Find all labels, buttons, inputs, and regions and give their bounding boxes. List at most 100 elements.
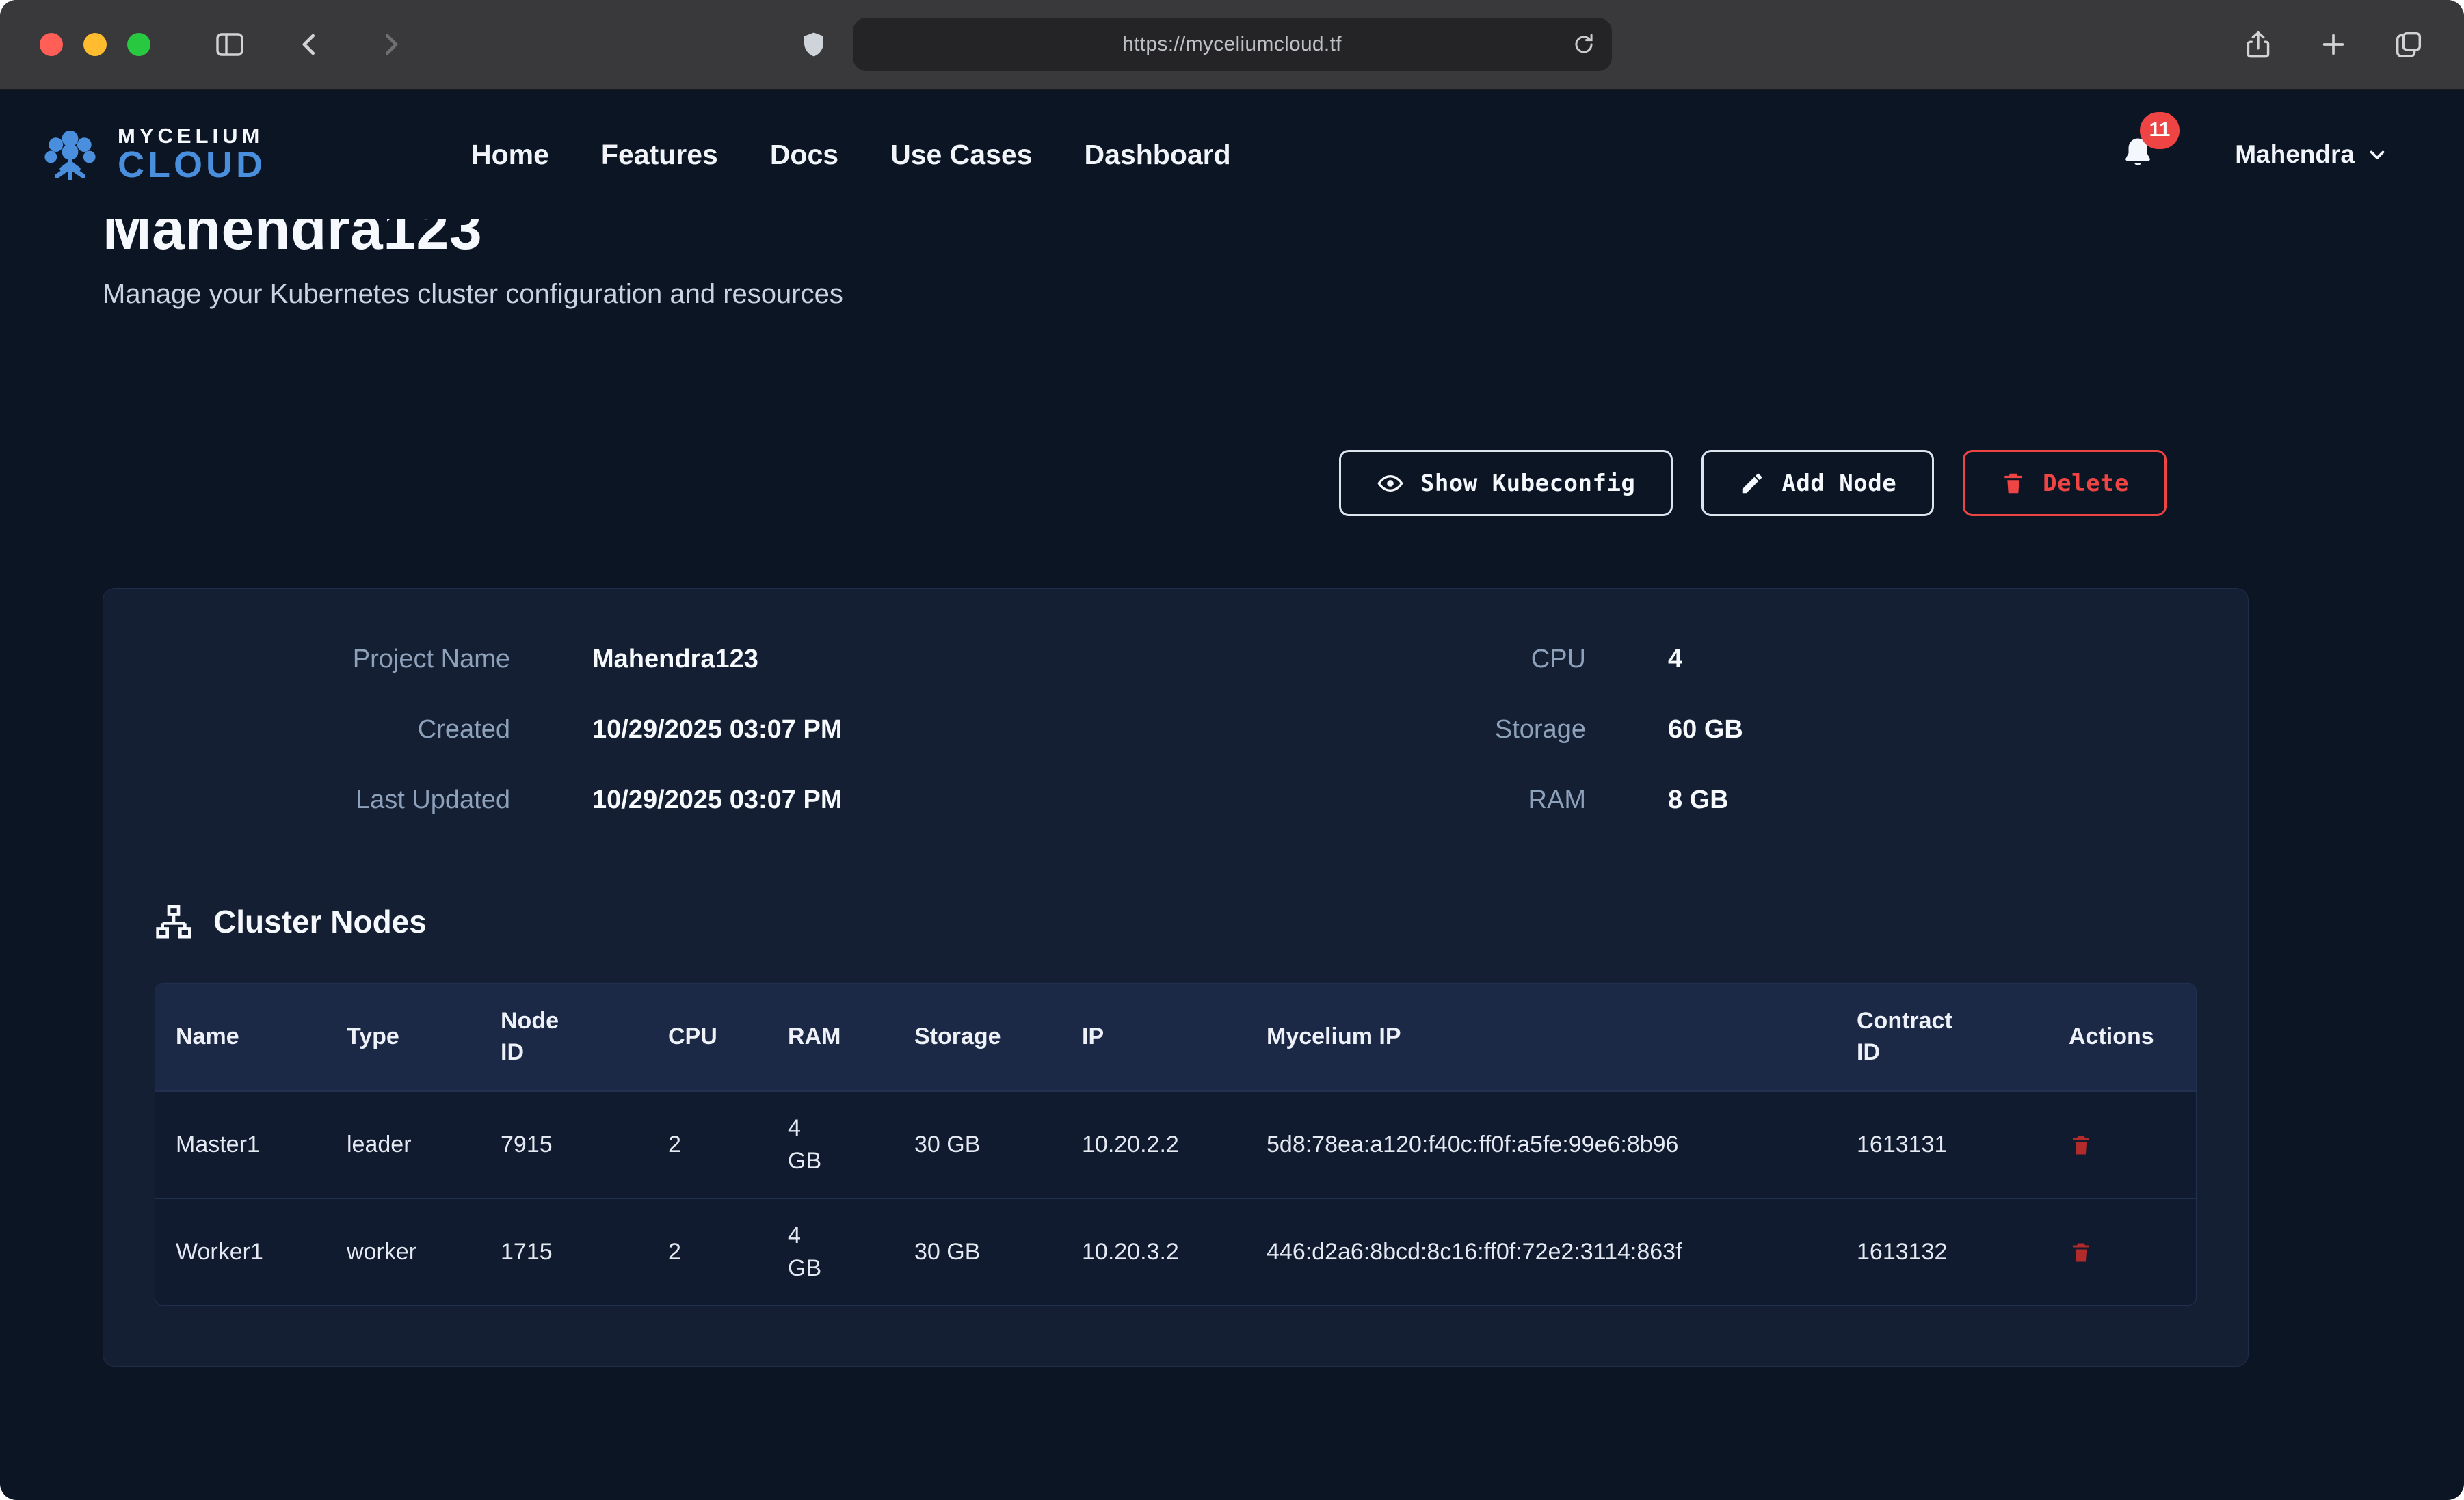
detail-label: Last Updated <box>155 786 510 815</box>
details-left: Project Name Mahendra123 Created 10/29/2… <box>155 645 1121 815</box>
detail-value: 10/29/2025 03:07 PM <box>592 715 1121 745</box>
column-header-cpu: CPU <box>648 984 767 1091</box>
new-tab-icon[interactable] <box>2318 29 2349 60</box>
logo-line2: CLOUD <box>118 146 266 184</box>
chrome-left-icons <box>213 28 405 61</box>
cell-name: Worker1 <box>155 1198 326 1305</box>
trash-icon <box>2069 1240 2093 1265</box>
delete-node-button[interactable] <box>2069 1240 2093 1265</box>
eye-icon <box>1377 470 1404 497</box>
site-nav: MYCELIUM CLOUD Home Features Docs Use Ca… <box>0 90 2464 219</box>
sidebar-toggle-icon[interactable] <box>213 28 246 61</box>
delete-label: Delete <box>2043 470 2129 497</box>
cell-node-id: 7915 <box>480 1091 648 1198</box>
detail-label: Project Name <box>155 645 510 674</box>
cell-ip: 10.20.3.2 <box>1061 1198 1246 1305</box>
cell-mycelium-ip: 446:d2a6:8bcd:8c16:ff0f:72e2:3114:863f <box>1246 1198 1836 1305</box>
details-right: CPU 4 Storage 60 GB RAM 8 GB <box>1230 645 2197 815</box>
cell-ram: 4 GB <box>767 1198 894 1305</box>
chrome-right-icons <box>2242 29 2424 60</box>
browser-window: https://myceliumcloud.tf <box>0 0 2464 1500</box>
cell-contract-id: 1613131 <box>1836 1091 2048 1198</box>
detail-label: CPU <box>1230 645 1586 674</box>
cell-mycelium-ip: 5d8:78ea:a120:f40c:ff0f:a5fe:99e6:8b96 <box>1246 1091 1836 1198</box>
column-header-name: Name <box>155 984 326 1091</box>
nav-item-home[interactable]: Home <box>471 139 549 171</box>
detail-value: 10/29/2025 03:07 PM <box>592 786 1121 815</box>
main-content: Mahendra123 Manage your Kubernetes clust… <box>0 198 2464 1367</box>
delete-cluster-button[interactable]: Delete <box>1963 450 2167 516</box>
url-text: https://myceliumcloud.tf <box>1122 33 1342 56</box>
column-header-ram: RAM <box>767 984 894 1091</box>
nodes-table: Name Type Node ID CPU RAM Storage IP Myc… <box>155 984 2197 1305</box>
table-row: Master1 leader 7915 2 4 GB 30 GB 10.20.2… <box>155 1091 2197 1198</box>
cell-type: worker <box>326 1198 480 1305</box>
nodes-table-wrap: Name Type Node ID CPU RAM Storage IP Myc… <box>155 983 2197 1306</box>
nav-item-use-cases[interactable]: Use Cases <box>890 139 1032 171</box>
logo-text: MYCELIUM CLOUD <box>118 125 266 185</box>
cell-type: leader <box>326 1091 480 1198</box>
user-name: Mahendra <box>2235 140 2355 169</box>
cell-cpu: 2 <box>648 1091 767 1198</box>
zoom-button[interactable] <box>127 33 150 56</box>
column-header-mycelium-ip: Mycelium IP <box>1246 984 1836 1091</box>
notification-badge: 11 <box>2140 112 2180 149</box>
cluster-details: Project Name Mahendra123 Created 10/29/2… <box>155 645 2197 815</box>
cell-ram: 4 GB <box>767 1091 894 1198</box>
delete-node-button[interactable] <box>2069 1133 2093 1157</box>
close-button[interactable] <box>40 33 63 56</box>
trash-icon <box>2000 470 2026 496</box>
cell-contract-id: 1613132 <box>1836 1198 2048 1305</box>
notifications-button[interactable]: 11 <box>2119 135 2156 174</box>
user-menu[interactable]: Mahendra <box>2235 140 2389 169</box>
column-header-contract-id: Contract ID <box>1836 984 2048 1091</box>
pencil-icon <box>1739 470 1765 496</box>
nav-item-features[interactable]: Features <box>601 139 718 171</box>
column-header-actions: Actions <box>2048 984 2197 1091</box>
detail-label: Storage <box>1230 715 1586 745</box>
share-icon[interactable] <box>2242 29 2274 60</box>
traffic-lights <box>40 33 150 56</box>
add-node-button[interactable]: Add Node <box>1701 450 1934 516</box>
cell-storage: 30 GB <box>894 1198 1061 1305</box>
detail-value: 8 GB <box>1668 786 2197 815</box>
cluster-actions: Show Kubeconfig Add Node Delete <box>103 450 2167 516</box>
table-header-row: Name Type Node ID CPU RAM Storage IP Myc… <box>155 984 2197 1091</box>
nav-item-docs[interactable]: Docs <box>770 139 838 171</box>
cluster-nodes-title: Cluster Nodes <box>213 903 427 940</box>
column-header-storage: Storage <box>894 984 1061 1091</box>
back-icon[interactable] <box>295 29 326 59</box>
detail-label: RAM <box>1230 786 1586 815</box>
privacy-shield-icon[interactable] <box>799 30 828 59</box>
detail-value: Mahendra123 <box>592 645 1121 674</box>
address-bar[interactable]: https://myceliumcloud.tf <box>853 18 1612 71</box>
cell-actions <box>2048 1091 2197 1198</box>
logo[interactable]: MYCELIUM CLOUD <box>38 122 266 187</box>
add-node-label: Add Node <box>1781 470 1896 497</box>
tab-overview-icon[interactable] <box>2393 29 2424 60</box>
show-kubeconfig-button[interactable]: Show Kubeconfig <box>1339 450 1673 516</box>
mycelium-logo-icon <box>38 122 103 187</box>
cell-name: Master1 <box>155 1091 326 1198</box>
chevron-down-icon <box>2366 143 2389 166</box>
reload-icon[interactable] <box>1571 31 1597 57</box>
cell-cpu: 2 <box>648 1198 767 1305</box>
trash-icon <box>2069 1133 2093 1157</box>
minimize-button[interactable] <box>83 33 107 56</box>
table-row: Worker1 worker 1715 2 4 GB 30 GB 10.20.3… <box>155 1198 2197 1305</box>
detail-value: 60 GB <box>1668 715 2197 745</box>
cell-storage: 30 GB <box>894 1091 1061 1198</box>
column-header-node-id: Node ID <box>480 984 648 1091</box>
cell-node-id: 1715 <box>480 1198 648 1305</box>
cell-ip: 10.20.2.2 <box>1061 1091 1246 1198</box>
nav-right: 11 Mahendra <box>2119 135 2389 174</box>
nav-item-dashboard[interactable]: Dashboard <box>1085 139 1231 171</box>
nav-links: Home Features Docs Use Cases Dashboard <box>471 139 1231 171</box>
detail-label: Created <box>155 715 510 745</box>
page-subtitle: Manage your Kubernetes cluster configura… <box>103 279 2249 310</box>
forward-icon[interactable] <box>375 29 405 59</box>
show-kubeconfig-label: Show Kubeconfig <box>1420 470 1636 497</box>
column-header-ip: IP <box>1061 984 1246 1091</box>
column-header-type: Type <box>326 984 480 1091</box>
cell-actions <box>2048 1198 2197 1305</box>
